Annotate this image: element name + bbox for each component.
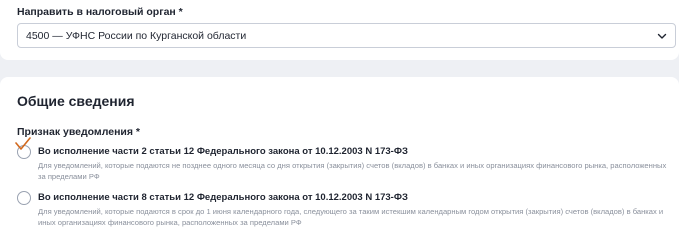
chevron-down-icon	[657, 33, 667, 39]
notification-sign-label: Признак уведомления *	[17, 126, 140, 138]
option-description: Для уведомлений, которые подаются не поз…	[38, 161, 667, 181]
section-title: Общие сведения	[17, 93, 135, 109]
radio-button[interactable]	[17, 191, 31, 205]
page: Направить в налоговый орган * 4500 — УФН…	[0, 0, 679, 240]
tax-authority-card: Направить в налоговый орган * 4500 — УФН…	[0, 0, 679, 60]
tax-authority-select[interactable]: 4500 — УФНС России по Курганской области	[17, 23, 676, 48]
radio-button[interactable]	[17, 145, 31, 159]
option-title: Во исполнение части 8 статьи 12 Федераль…	[38, 192, 408, 203]
general-info-card: Общие сведения Признак уведомления * Во …	[0, 77, 679, 240]
option-description: Для уведомлений, которые подаются в срок…	[38, 207, 664, 227]
option-title: Во исполнение части 2 статьи 12 Федераль…	[38, 146, 408, 157]
tax-authority-selected-value: 4500 — УФНС России по Курганской области	[26, 30, 247, 42]
tax-authority-label: Направить в налоговый орган *	[17, 6, 183, 18]
